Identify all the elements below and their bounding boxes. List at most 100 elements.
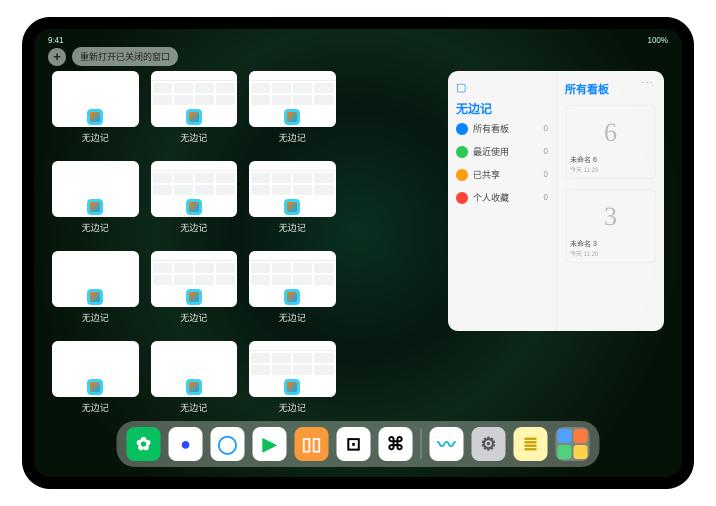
window-thumbnail bbox=[52, 161, 139, 217]
screen: 9:41 100% + 重新打开已关闭的窗口 无边记无边记无边记无边记无边记无边… bbox=[34, 29, 682, 477]
app-switcher: 无边记无边记无边记无边记无边记无边记无边记无边记无边记无边记无边记无边记 ···… bbox=[52, 71, 664, 421]
window-thumbnail bbox=[151, 341, 238, 397]
menu-item-label: 最近使用 bbox=[473, 145, 509, 158]
reopen-closed-window-button[interactable]: 重新打开已关闭的窗口 bbox=[72, 47, 178, 66]
window-label: 无边记 bbox=[82, 221, 109, 234]
panel-menu-item[interactable]: 最近使用 0 bbox=[456, 140, 548, 163]
panel-menu-list: 所有看板 0 最近使用 0 已共享 0 个人收藏 0 bbox=[456, 117, 548, 209]
window-tile[interactable]: 无边记 bbox=[151, 71, 238, 151]
status-battery: 100% bbox=[648, 36, 668, 45]
menu-item-label: 个人收藏 bbox=[473, 191, 509, 204]
panel-menu-item[interactable]: 已共享 0 bbox=[456, 163, 548, 186]
board-doodle: 3 bbox=[570, 194, 651, 239]
panel-content: 所有看板 6未命名 6今天 11:203未命名 3今天 11:20 bbox=[556, 71, 664, 331]
menu-item-icon bbox=[456, 192, 468, 204]
window-label: 无边记 bbox=[180, 311, 207, 324]
more-icon[interactable]: ··· bbox=[641, 77, 654, 88]
freeform-app-icon bbox=[186, 379, 202, 395]
freeform-app-icon bbox=[87, 199, 103, 215]
sidebar-icon: ▢ bbox=[456, 81, 466, 94]
dock-app-wechat[interactable]: ✿ bbox=[127, 427, 161, 461]
freeform-app-icon bbox=[186, 199, 202, 215]
top-controls: + 重新打开已关闭的窗口 bbox=[48, 47, 178, 66]
window-tile[interactable]: 无边记 bbox=[151, 161, 238, 241]
menu-item-count: 0 bbox=[544, 170, 548, 179]
board-thumbnail[interactable]: 6未命名 6今天 11:20 bbox=[565, 105, 656, 179]
freeform-app-icon bbox=[87, 379, 103, 395]
menu-item-icon bbox=[456, 123, 468, 135]
window-label: 无边记 bbox=[180, 401, 207, 414]
window-tile[interactable]: 无边记 bbox=[52, 71, 139, 151]
dock-separator bbox=[421, 429, 422, 459]
menu-item-count: 0 bbox=[544, 193, 548, 202]
dock: ✿●◯▶▯▯⊡⌘ 〰⚙≣ bbox=[117, 421, 600, 467]
window-tile[interactable]: 无边记 bbox=[249, 251, 336, 331]
status-time: 9:41 bbox=[48, 36, 64, 45]
menu-item-icon bbox=[456, 146, 468, 158]
freeform-app-icon bbox=[284, 199, 300, 215]
board-thumbnail[interactable]: 3未命名 3今天 11:20 bbox=[565, 189, 656, 263]
freeform-panel[interactable]: ··· ▢ 无边记 所有看板 0 最近使用 0 已共享 0 个人收藏 0 所有看板 6 未命名 … bbox=[448, 71, 664, 331]
window-thumbnail bbox=[249, 251, 336, 307]
window-label: 无边记 bbox=[279, 131, 306, 144]
window-label: 无边记 bbox=[279, 401, 306, 414]
window-label: 无边记 bbox=[180, 131, 207, 144]
window-thumbnail bbox=[151, 161, 238, 217]
window-grid: 无边记无边记无边记无边记无边记无边记无边记无边记无边记无边记无边记无边记 bbox=[52, 71, 434, 421]
board-subtitle: 今天 11:20 bbox=[570, 165, 651, 174]
dock-app-iqiyi[interactable]: ▶ bbox=[253, 427, 287, 461]
menu-item-icon bbox=[456, 169, 468, 181]
board-name: 未命名 3 bbox=[570, 239, 651, 249]
window-label: 无边记 bbox=[279, 311, 306, 324]
freeform-app-icon bbox=[87, 289, 103, 305]
ipad-frame: 9:41 100% + 重新打开已关闭的窗口 无边记无边记无边记无边记无边记无边… bbox=[22, 17, 694, 489]
window-thumbnail bbox=[249, 341, 336, 397]
window-tile[interactable]: 无边记 bbox=[151, 341, 238, 421]
dock-app-settings[interactable]: ⚙ bbox=[472, 427, 506, 461]
window-tile[interactable]: 无边记 bbox=[52, 161, 139, 241]
status-bar: 9:41 100% bbox=[34, 33, 682, 47]
dock-app-nodes[interactable]: ⌘ bbox=[379, 427, 413, 461]
window-tile[interactable]: 无边记 bbox=[249, 161, 336, 241]
dock-app-quark[interactable]: ◯ bbox=[211, 427, 245, 461]
freeform-app-icon bbox=[186, 109, 202, 125]
window-tile[interactable]: 无边记 bbox=[52, 251, 139, 331]
dock-app-tencent[interactable]: ● bbox=[169, 427, 203, 461]
dock-app-library[interactable] bbox=[556, 427, 590, 461]
window-thumbnail bbox=[249, 161, 336, 217]
window-thumbnail bbox=[52, 341, 139, 397]
window-label: 无边记 bbox=[180, 221, 207, 234]
window-thumbnail bbox=[249, 71, 336, 127]
add-window-button[interactable]: + bbox=[48, 48, 66, 66]
menu-item-label: 所有看板 bbox=[473, 122, 509, 135]
dock-app-books[interactable]: ▯▯ bbox=[295, 427, 329, 461]
window-tile[interactable]: 无边记 bbox=[249, 71, 336, 151]
window-label: 无边记 bbox=[82, 401, 109, 414]
window-thumbnail bbox=[52, 251, 139, 307]
dock-app-notes[interactable]: ≣ bbox=[514, 427, 548, 461]
freeform-app-icon bbox=[284, 379, 300, 395]
panel-sidebar: ▢ 无边记 所有看板 0 最近使用 0 已共享 0 个人收藏 0 bbox=[448, 71, 556, 331]
window-label: 无边记 bbox=[279, 221, 306, 234]
menu-item-label: 已共享 bbox=[473, 168, 500, 181]
window-tile[interactable]: 无边记 bbox=[249, 341, 336, 421]
menu-item-count: 0 bbox=[544, 124, 548, 133]
dock-app-freeform[interactable]: 〰 bbox=[430, 427, 464, 461]
window-tile[interactable]: 无边记 bbox=[151, 251, 238, 331]
window-thumbnail bbox=[151, 71, 238, 127]
panel-menu-item[interactable]: 所有看板 0 bbox=[456, 117, 548, 140]
window-tile[interactable]: 无边记 bbox=[52, 341, 139, 421]
board-doodle: 6 bbox=[570, 110, 651, 155]
window-thumbnail bbox=[52, 71, 139, 127]
panel-boards: 6未命名 6今天 11:203未命名 3今天 11:20 bbox=[565, 105, 656, 263]
freeform-app-icon bbox=[87, 109, 103, 125]
window-thumbnail bbox=[151, 251, 238, 307]
freeform-app-icon bbox=[284, 289, 300, 305]
panel-menu-item[interactable]: 个人收藏 0 bbox=[456, 186, 548, 209]
window-label: 无边记 bbox=[82, 131, 109, 144]
menu-item-count: 0 bbox=[544, 147, 548, 156]
board-subtitle: 今天 11:20 bbox=[570, 249, 651, 258]
panel-sidebar-title: 无边记 bbox=[456, 100, 548, 117]
dock-app-dice[interactable]: ⊡ bbox=[337, 427, 371, 461]
freeform-app-icon bbox=[186, 289, 202, 305]
